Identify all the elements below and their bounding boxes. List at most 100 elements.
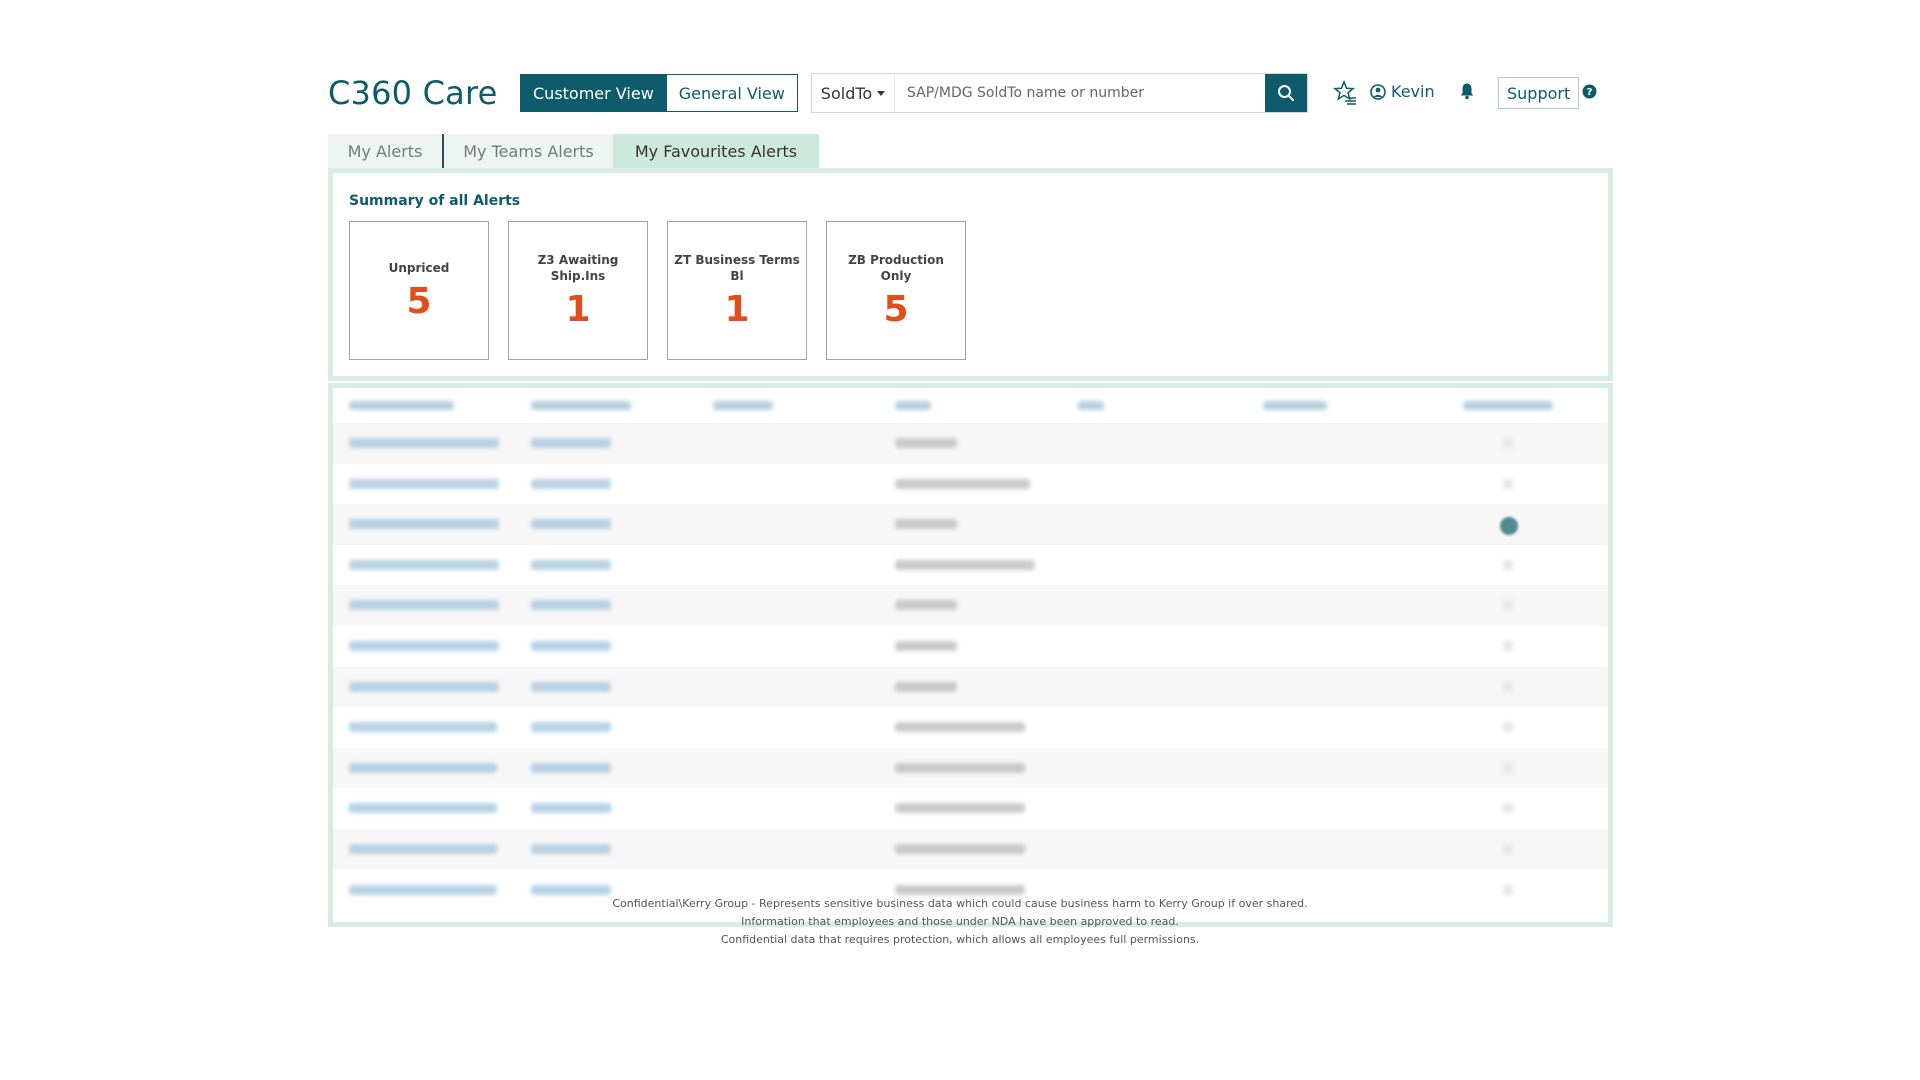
row-indicator [1503,438,1513,448]
blurred-cell [349,600,499,611]
header: C360 Care Customer View General View Sol… [328,70,1613,120]
blurred-cell [531,519,611,530]
row-indicator [1503,600,1513,611]
row-indicator [1503,884,1513,895]
blurred-cell [531,843,611,854]
card-value: 1 [724,288,750,330]
row-indicator [1503,681,1513,692]
blurred-cell [895,559,1035,570]
blurred-header [1463,401,1553,410]
alert-tabs: My Alerts My Teams Alerts My Favourites … [328,134,819,168]
blurred-cell [349,843,497,854]
blurred-cell [895,478,1030,489]
favourites-button[interactable] [1332,80,1358,110]
blurred-cell [349,762,497,773]
blurred-cell [349,438,499,448]
blurred-cell [531,884,611,895]
table-row[interactable] [333,666,1608,708]
summary-card-zb-production-only[interactable]: ZB Production Only 5 [826,221,966,360]
row-indicator [1503,478,1513,489]
summary-card-z3-awaiting-ship-ins[interactable]: Z3 Awaiting Ship.Ins 1 [508,221,648,360]
blurred-cell [531,559,611,570]
blurred-cell [531,478,611,489]
card-label: ZB Production Only [848,252,944,283]
card-value: 5 [883,288,909,330]
search-type-select[interactable]: SoldTo [812,74,895,112]
blurred-cell [895,803,1025,814]
blurred-cell [349,559,499,570]
summary-card-unpriced[interactable]: Unpriced 5 [349,221,489,360]
summary-title: Summary of all Alerts [349,193,521,209]
blurred-cell [895,762,1025,773]
summary-card-zt-business-terms-bl[interactable]: ZT Business Terms Bl 1 [667,221,807,360]
card-label: Z3 Awaiting Ship.Ins [537,252,619,283]
footer-line: Confidential data that requires protecti… [720,933,1200,946]
question-circle-icon: ? [1582,84,1597,99]
table-row[interactable] [333,626,1608,667]
search-button[interactable] [1265,74,1307,112]
blurred-cell [531,438,611,448]
blurred-header [1078,401,1104,410]
blurred-cell [349,519,499,530]
customer-view-button[interactable]: Customer View [520,74,667,112]
blurred-header [531,401,631,410]
table-row[interactable] [333,707,1608,748]
tab-my-alerts[interactable]: My Alerts [328,134,444,168]
svg-text:?: ? [1587,87,1593,98]
blurred-cell [531,600,611,611]
table-row[interactable] [333,828,1608,870]
table-header-blurred [333,388,1608,423]
row-indicator [1503,722,1513,733]
row-indicator [1503,843,1513,854]
support-button[interactable]: Support [1498,77,1580,109]
status-dot-icon[interactable] [1500,517,1518,536]
table-row[interactable] [333,504,1608,545]
blurred-cell [895,722,1025,733]
row-indicator [1503,803,1513,814]
search-group: SoldTo [811,73,1308,113]
blurred-cell [531,722,611,733]
blurred-cell [349,681,499,692]
card-label: ZT Business Terms Bl [674,252,800,283]
table-row[interactable] [333,585,1608,626]
footer-line: Information that employees and those und… [741,915,1179,928]
table-row[interactable] [333,747,1608,789]
row-indicator [1503,559,1513,570]
table-row[interactable] [333,545,1608,586]
blurred-cell [895,519,957,530]
user-name: Kevin [1391,82,1435,101]
table-row[interactable] [333,788,1608,829]
general-view-button[interactable]: General View [666,74,798,112]
blurred-cell [895,640,957,651]
blurred-cell [895,843,1025,854]
blurred-cell [895,438,957,448]
blurred-cell [895,681,957,692]
user-circle-icon [1370,83,1386,100]
caret-down-icon [877,90,886,96]
table-row[interactable] [333,423,1608,464]
search-type-label: SoldTo [820,83,873,103]
blurred-cell [349,803,497,814]
table-row[interactable] [333,464,1608,505]
notifications-button[interactable] [1459,82,1475,104]
blurred-cell [531,681,611,692]
card-value: 5 [406,280,432,322]
search-input[interactable] [895,74,1265,112]
blurred-cell [349,640,499,651]
footer-line: Confidential\Kerry Group - Represents se… [612,897,1308,910]
alerts-summary-panel: Summary of all Alerts Unpriced 5 Z3 Awai… [328,168,1613,381]
table-body-blurred [333,423,1608,910]
alerts-table-panel [328,383,1613,927]
blurred-header [895,401,931,410]
row-indicator [1503,640,1513,651]
blurred-cell [531,640,611,651]
help-button[interactable]: ? [1582,84,1597,103]
tab-my-teams-alerts[interactable]: My Teams Alerts [444,134,613,168]
user-menu[interactable]: Kevin [1370,82,1435,101]
blurred-header [1263,401,1327,410]
summary-cards: Unpriced 5 Z3 Awaiting Ship.Ins 1 ZT Bus… [349,221,966,360]
view-toggle: Customer View General View [520,74,798,112]
blurred-cell [895,600,957,611]
blurred-header [713,401,773,410]
tab-my-favourites-alerts[interactable]: My Favourites Alerts [613,134,819,168]
